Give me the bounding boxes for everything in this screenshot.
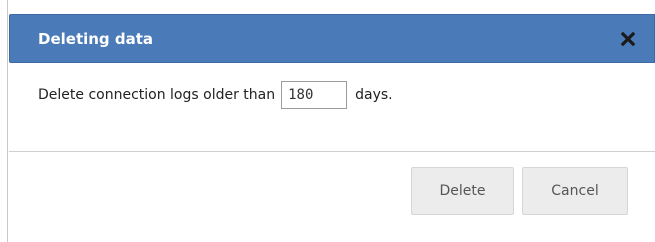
- retention-row: Delete connection logs older than days.: [38, 79, 393, 111]
- days-input[interactable]: [281, 81, 348, 109]
- delete-button[interactable]: Delete: [411, 167, 514, 215]
- close-x-icon: [620, 31, 636, 47]
- close-icon[interactable]: [618, 29, 638, 49]
- retention-prefix-label: Delete connection logs older than: [38, 87, 276, 103]
- cancel-button[interactable]: Cancel: [522, 167, 628, 215]
- dialog-titlebar: Deleting data: [9, 14, 655, 63]
- retention-suffix-label: days.: [355, 87, 393, 103]
- footer-divider: [9, 151, 655, 152]
- dialog-title: Deleting data: [38, 30, 154, 48]
